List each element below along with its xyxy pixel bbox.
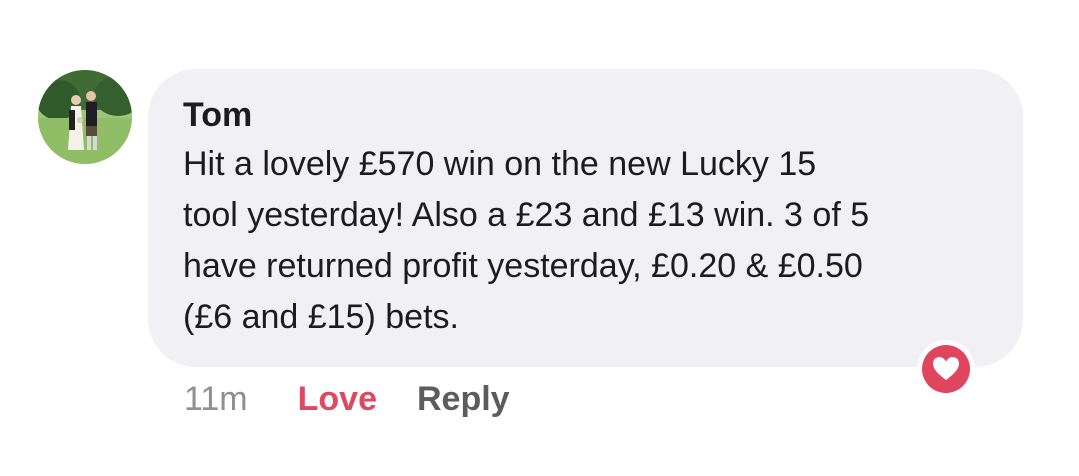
comment-bubble[interactable]: Tom Hit a lovely £570 win on the new Luc… — [148, 69, 1023, 367]
love-button[interactable]: Love — [298, 380, 377, 419]
reaction-badge-circle — [922, 345, 970, 393]
comment-text-line: tool yesterday! Also a £23 and £13 win. … — [183, 196, 870, 234]
reaction-badge[interactable] — [917, 340, 975, 398]
comment-actions: 11m Love Reply — [184, 378, 510, 420]
comment-text: Hit a lovely £570 win on the new Lucky 1… — [183, 139, 983, 343]
heart-icon — [933, 357, 959, 380]
comment-timestamp: 11m — [184, 379, 248, 418]
comment-author[interactable]: Tom — [183, 95, 987, 135]
comment-text-line: Hit a lovely £570 win on the new Lucky 1… — [183, 145, 817, 183]
reply-button[interactable]: Reply — [417, 380, 510, 419]
comment-text-line: have returned profit yesterday, £0.20 & … — [183, 247, 863, 285]
avatar-photo — [38, 70, 132, 164]
comment: Tom Hit a lovely £570 win on the new Luc… — [0, 0, 1079, 476]
avatar[interactable] — [38, 70, 132, 164]
comment-text-line: (£6 and £15) bets. — [183, 298, 459, 336]
